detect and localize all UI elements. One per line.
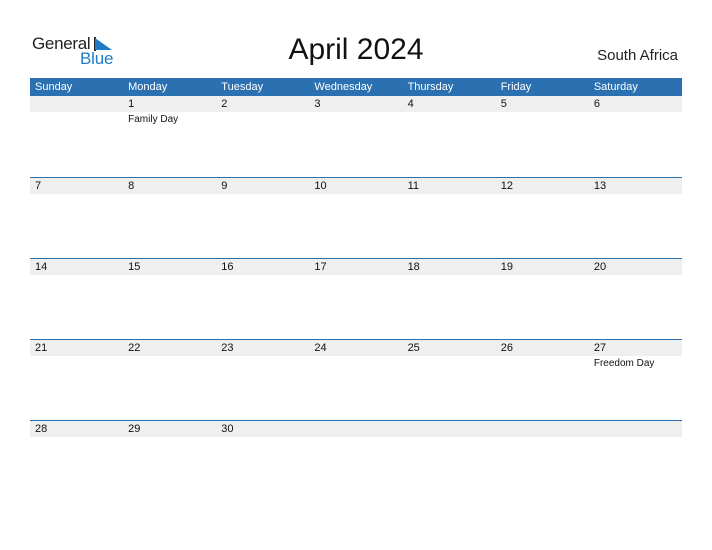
day-number: 24 [314,342,327,354]
holiday-label: Family Day [128,114,179,125]
day-number: 7 [35,180,42,192]
day-cell: 26 [496,340,589,420]
day-number: 30 [221,423,234,435]
day-cell [589,421,682,501]
day-number: 10 [314,180,327,192]
day-cell: 12 [496,178,589,258]
day-number: 25 [407,342,420,354]
weekday-monday: Monday [128,81,168,93]
day-number: 17 [314,261,327,273]
weekday-wednesday: Wednesday [314,81,373,93]
day-cell: 25 [403,340,496,420]
day-number: 9 [221,180,228,192]
week-cells: 21 22 23 24 25 26 27 Freedom Day [30,340,682,420]
day-number: 12 [500,180,513,192]
day-cell: 17 [309,259,402,339]
day-cell: 8 [123,178,216,258]
week-row: 21 22 23 24 25 26 27 Freedom Day [30,339,682,420]
day-cell: 19 [496,259,589,339]
weekday-thursday: Thursday [407,81,454,93]
weekday-header: Sunday Monday Tuesday Wednesday Thursday… [30,78,682,96]
day-cell: 30 [216,421,309,501]
day-cell: 22 [123,340,216,420]
day-number: 29 [128,423,141,435]
day-number: 11 [407,180,419,192]
day-cell: 15 [123,259,216,339]
week-cells: 1 Family Day 2 3 4 5 6 [30,96,682,177]
day-number: 26 [500,342,513,354]
day-number: 20 [593,261,607,273]
day-number: 28 [35,423,48,435]
day-number: 6 [593,98,600,110]
week-cells: 28 29 30 [30,421,682,501]
day-cell: 3 [309,96,402,177]
day-cell: 13 [589,178,682,258]
day-number: 19 [500,261,513,273]
day-cell [30,96,123,177]
week-row: 7 8 9 10 11 12 13 [30,177,682,258]
day-cell: 28 [30,421,123,501]
day-cell [496,421,589,501]
week-row: 14 15 16 17 18 19 20 [30,258,682,339]
day-number: 5 [500,98,507,110]
day-cell: 11 [403,178,496,258]
weekday-sunday: Sunday [35,81,73,93]
day-cell: 1 Family Day [123,96,216,177]
week-row: 1 Family Day 2 3 4 5 6 [30,96,682,177]
day-cell: 2 [216,96,309,177]
day-cell: 5 [496,96,589,177]
holiday-label: Freedom Day [593,358,655,369]
day-number: 14 [35,261,48,273]
day-number: 23 [221,342,234,354]
calendar-grid: Sunday Monday Tuesday Wednesday Thursday… [30,78,682,501]
day-cell: 24 [309,340,402,420]
day-number: 4 [407,98,414,110]
day-cell: 18 [403,259,496,339]
day-cell: 4 [403,96,496,177]
day-number: 27 [593,342,607,354]
week-cells: 14 15 16 17 18 19 20 [30,259,682,339]
week-row: 28 29 30 [30,420,682,501]
day-number: 15 [128,261,141,273]
day-number: 2 [221,98,228,110]
country-label: South Africa [597,47,678,64]
weekday-saturday: Saturday [593,81,638,93]
day-cell [403,421,496,501]
week-cells: 7 8 9 10 11 12 13 [30,178,682,258]
weekday-tuesday: Tuesday [221,81,264,93]
day-number: 18 [407,261,420,273]
day-number: 21 [35,342,48,354]
day-cell: 14 [30,259,123,339]
day-number: 16 [221,261,234,273]
day-cell: 9 [216,178,309,258]
day-cell: 6 [589,96,682,177]
weeks-container: 1 Family Day 2 3 4 5 6 7 8 9 10 11 12 13 14 15 16 17 18 19 2… [30,96,682,501]
day-number: 13 [593,180,607,192]
day-number: 22 [128,342,141,354]
day-cell: 27 Freedom Day [589,340,682,420]
day-cell: 16 [216,259,309,339]
day-cell: 7 [30,178,123,258]
day-number: 3 [314,98,321,110]
day-cell: 29 [123,421,216,501]
day-cell: 21 [30,340,123,420]
weekday-friday: Friday [500,81,532,93]
day-cell: 20 [589,259,682,339]
day-number: 8 [128,180,135,192]
day-cell: 10 [309,178,402,258]
day-cell [309,421,402,501]
day-number: 1 [128,98,135,110]
day-cell: 23 [216,340,309,420]
